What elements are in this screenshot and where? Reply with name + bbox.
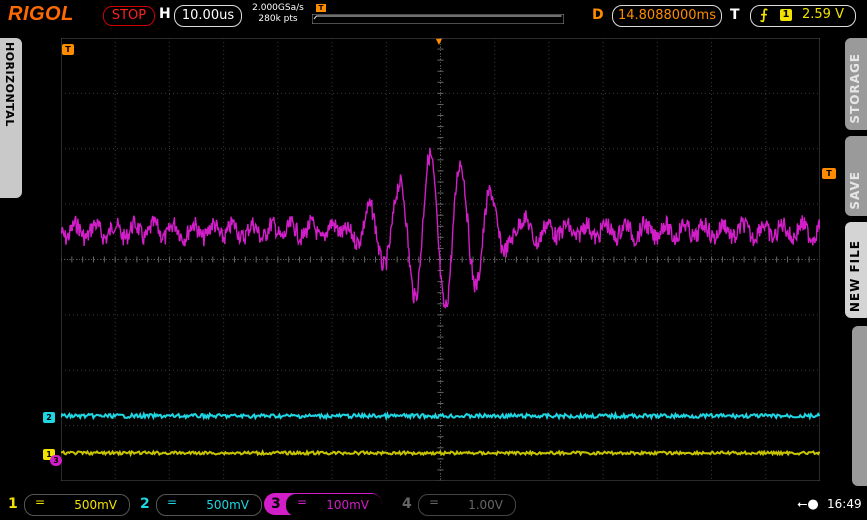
channel-4-number: 4 — [402, 496, 412, 512]
waveform-display[interactable] — [61, 38, 820, 481]
channel-4-coupling: = — [429, 495, 440, 509]
storage-tab-label: STORAGE — [848, 53, 862, 124]
menu-tab-edge — [852, 326, 867, 486]
channel-1-number: 1 — [8, 496, 18, 512]
timebase-value[interactable]: 10.00us — [174, 5, 242, 27]
storage-tab[interactable]: STORAGE — [845, 38, 867, 130]
system-clock: 16:49 — [827, 497, 862, 511]
trigger-level: 2.59 V — [802, 7, 844, 22]
channel-2-scale: 500mV — [206, 498, 249, 512]
trigger-source-badge: 1 — [780, 9, 792, 21]
delay-value[interactable]: 14.8088000ms — [612, 5, 722, 27]
channel-3-settings[interactable]: = 100mV — [286, 494, 382, 516]
sample-info: 2.000GSa/s 280k pts — [250, 3, 306, 25]
channel-1-settings[interactable]: = 500mV — [24, 494, 130, 516]
horizontal-tab-label: HORIZONTAL — [3, 42, 16, 127]
trigger-label: T — [730, 7, 740, 23]
channel-1-coupling: = — [35, 495, 46, 509]
horizontal-label: H — [159, 6, 171, 22]
channel-4-settings[interactable]: = 1.00V — [418, 494, 516, 516]
channel-4-scale: 1.00V — [468, 498, 503, 512]
trigger-level-marker[interactable]: T — [822, 168, 836, 179]
sample-rate: 2.000GSa/s — [252, 3, 304, 13]
channel-2-number: 2 — [140, 496, 150, 512]
delay-label: D — [592, 7, 604, 23]
memory-trigger-marker: T — [316, 4, 326, 12]
save-tab[interactable]: SAVE — [845, 136, 867, 216]
channel-3-offset-marker[interactable]: 3 — [50, 455, 62, 466]
memory-overview-bar — [312, 14, 564, 24]
channel-2-coupling: = — [167, 495, 178, 509]
new-file-tab-label: NEW FILE — [848, 239, 862, 312]
memory-depth: 280k pts — [258, 14, 298, 24]
left-trigger-marker[interactable]: T — [62, 44, 74, 55]
new-file-tab[interactable]: NEW FILE — [845, 222, 867, 318]
save-tab-label: SAVE — [848, 171, 862, 210]
usb-icon: ⭠● — [797, 497, 819, 512]
horizontal-menu-tab[interactable]: HORIZONTAL — [0, 38, 22, 198]
channel-3-coupling: = — [297, 495, 308, 509]
channel-3-scale: 100mV — [326, 498, 369, 512]
channel-2-settings[interactable]: = 500mV — [156, 494, 262, 516]
run-stop-button[interactable]: STOP — [103, 6, 155, 26]
channel-1-scale: 500mV — [74, 498, 117, 512]
brand-logo: RIGOL — [8, 3, 74, 25]
rising-edge-icon: ⨍ — [760, 7, 768, 23]
channel-3-number: 3 — [271, 496, 281, 512]
channel-2-offset-marker[interactable]: 2 — [43, 412, 55, 423]
trigger-position-marker[interactable]: ▼ — [434, 36, 444, 46]
